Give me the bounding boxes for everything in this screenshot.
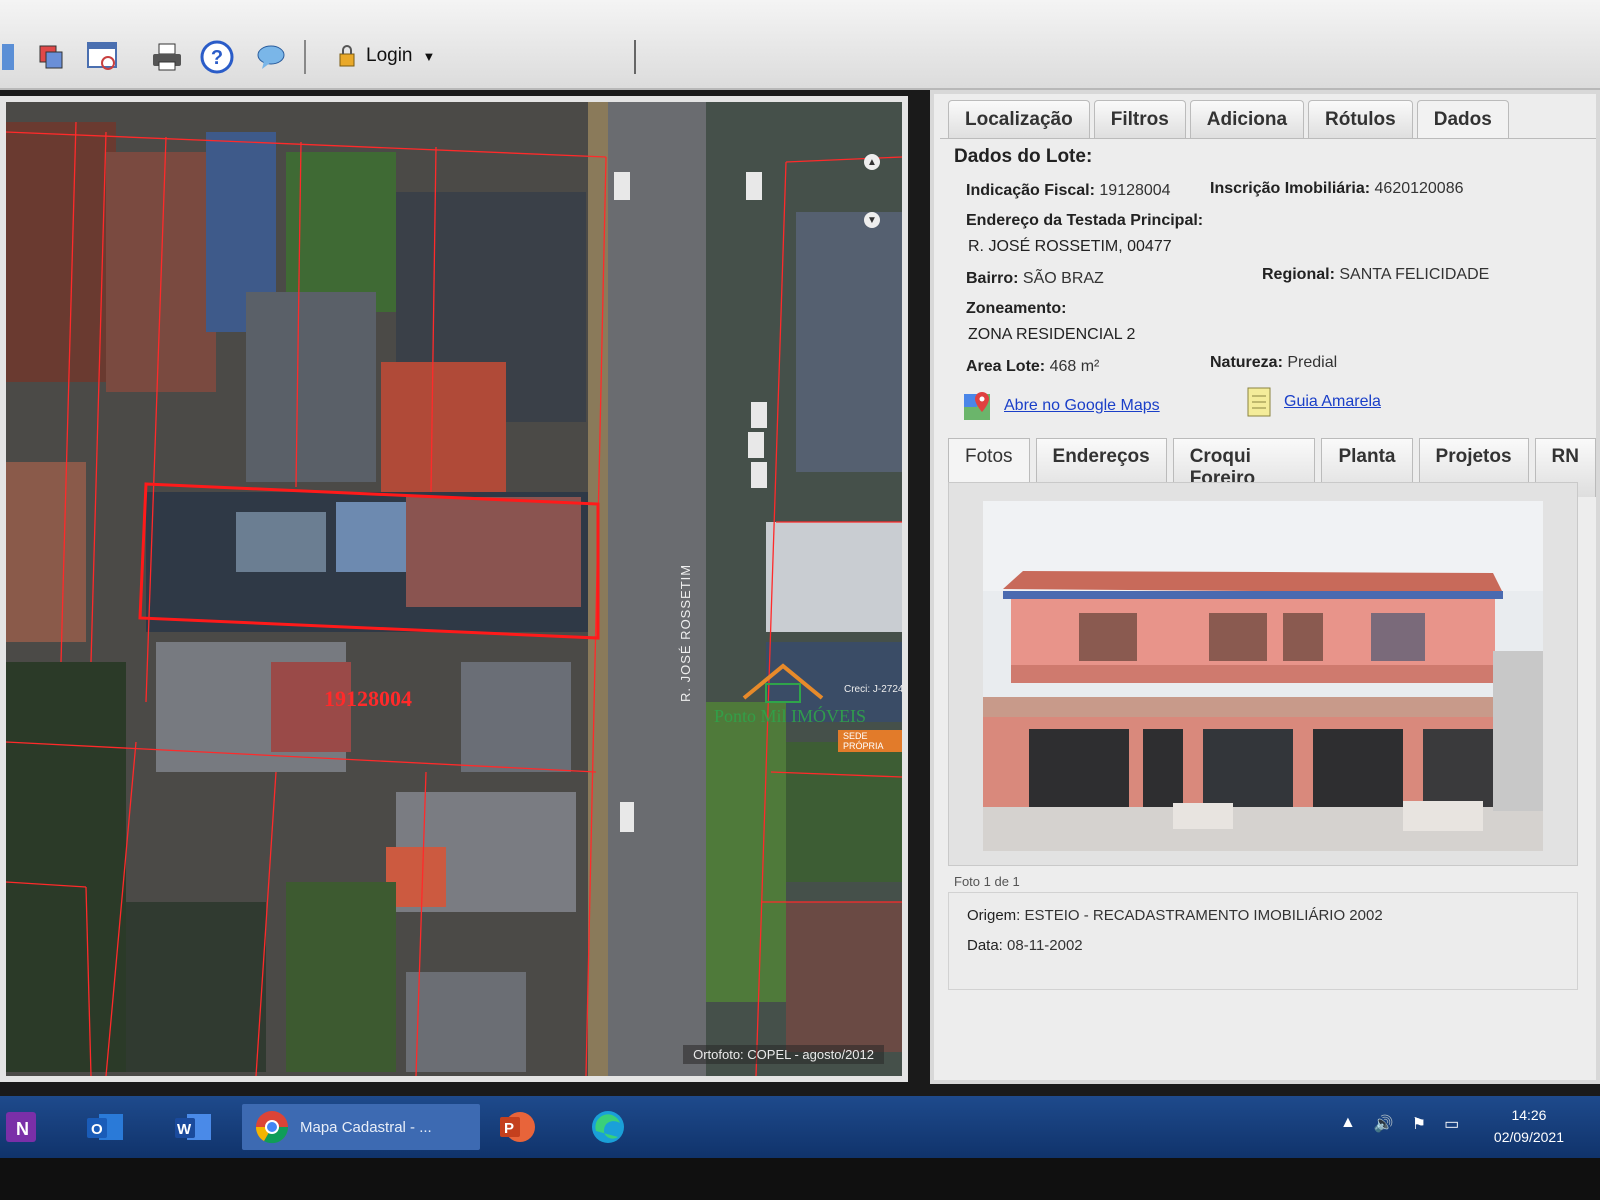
- document-icon: [1247, 387, 1271, 417]
- svg-text:?: ?: [211, 47, 223, 69]
- print-icon[interactable]: [150, 40, 184, 74]
- photo-caption: Foto 1 de 1: [954, 874, 1020, 889]
- endereco-value: R. JOSÉ ROSSETIM, 00477: [968, 238, 1172, 255]
- origem-label: Origem:: [967, 907, 1021, 924]
- parcel-label: 19128004: [324, 686, 412, 711]
- indicacao-value: 19128004: [1099, 182, 1171, 199]
- section-title: Dados do Lote:: [954, 146, 1093, 167]
- chrome-window-title: Mapa Cadastral - ...: [300, 1118, 432, 1136]
- area-label: Area Lote:: [966, 358, 1046, 375]
- info-panel: Localização Filtros Adiciona Rótulos Dad…: [930, 90, 1600, 1084]
- layers-icon[interactable]: [34, 40, 68, 74]
- guia-amarela-link[interactable]: Guia Amarela: [1284, 393, 1381, 411]
- onenote-icon[interactable]: N: [0, 1104, 44, 1150]
- bairro-value: SÃO BRAZ: [1022, 270, 1104, 287]
- photo-viewer: [948, 482, 1578, 866]
- area-value: 468 m²: [1049, 358, 1100, 375]
- zoneamento-label: Zoneamento:: [966, 300, 1066, 318]
- inscricao-label: Inscrição Imobiliária:: [1210, 180, 1371, 197]
- clock-time: 14:26: [1511, 1107, 1547, 1123]
- bairro: Bairro: SÃO BRAZ: [966, 270, 1104, 288]
- panel-tabs: Localização Filtros Adiciona Rótulos Dad…: [948, 100, 1509, 139]
- chrome-icon: [255, 1111, 289, 1144]
- zoom-in-icon[interactable]: ▲: [864, 154, 880, 170]
- toolbar-separator: [304, 40, 306, 74]
- street-label: R. JOSÉ ROSSETIM: [678, 563, 693, 702]
- google-maps-icon: [964, 392, 990, 420]
- inscricao-value: 4620120086: [1374, 180, 1464, 197]
- word-icon[interactable]: W: [168, 1104, 218, 1150]
- regional-label: Regional:: [1262, 266, 1335, 283]
- tab-adiciona[interactable]: Adiciona: [1189, 100, 1305, 139]
- chrome-taskbar-button[interactable]: Mapa Cadastral - ...: [242, 1104, 480, 1150]
- powerpoint-icon[interactable]: P: [492, 1104, 544, 1150]
- origem: Origem: ESTEIO - RECADASTRAMENTO IMOBILI…: [967, 907, 1383, 924]
- svg-text:O: O: [91, 1121, 103, 1138]
- inscricao-imobiliaria: Inscrição Imobiliária: 4620120086: [1210, 180, 1464, 198]
- lock-icon: [339, 45, 355, 67]
- property-photo[interactable]: [983, 501, 1543, 851]
- data: Data: 08-11-2002: [967, 937, 1083, 954]
- google-maps-link-row[interactable]: Abre no Google Maps: [962, 390, 1160, 422]
- endereco-label-text: Endereço da Testada Principal:: [966, 212, 1204, 229]
- system-tray: ▲ 🔊 ⚑ ▭: [1340, 1114, 1459, 1134]
- tab-localizacao[interactable]: Localização: [948, 100, 1090, 139]
- chat-icon[interactable]: [254, 40, 288, 74]
- tab-filtros[interactable]: Filtros: [1093, 100, 1186, 139]
- map-canvas[interactable]: [6, 102, 902, 1076]
- zoom-out-icon[interactable]: ▼: [864, 212, 880, 228]
- origem-value: ESTEIO - RECADASTRAMENTO IMOBILIÁRIO 200…: [1024, 907, 1383, 924]
- edge-icon[interactable]: [582, 1104, 634, 1150]
- zoneamento-label-text: Zoneamento:: [966, 300, 1067, 317]
- outlook-icon[interactable]: O: [80, 1104, 130, 1150]
- photo-metadata: Origem: ESTEIO - RECADASTRAMENTO IMOBILI…: [948, 892, 1578, 990]
- clock[interactable]: 14:26 02/09/2021: [1494, 1104, 1564, 1148]
- map-credit: Ortofoto: COPEL - agosto/2012: [683, 1045, 884, 1064]
- regional-value: SANTA FELICIDADE: [1339, 266, 1490, 283]
- login-menu[interactable]: Login ▼: [338, 44, 435, 68]
- svg-text:W: W: [177, 1121, 192, 1138]
- chevron-down-icon: ▼: [422, 48, 436, 64]
- area-lote: Area Lote: 468 m²: [966, 358, 1099, 376]
- google-maps-link[interactable]: Abre no Google Maps: [1004, 397, 1160, 415]
- indicacao-fiscal: Indicação Fiscal: 19128004: [966, 182, 1171, 200]
- help-icon[interactable]: ?: [200, 40, 234, 74]
- natureza-value: Predial: [1287, 354, 1338, 371]
- tabs-divider: [940, 138, 1596, 139]
- data-label: Data:: [967, 937, 1003, 954]
- aerial-map[interactable]: ▲ ▼ 19128004 R. JOSÉ ROSSETIM Creci: J-2…: [0, 96, 908, 1082]
- window-search-icon[interactable]: [86, 40, 120, 74]
- indicacao-label: Indicação Fiscal:: [966, 182, 1095, 199]
- network-icon[interactable]: ▭: [1444, 1114, 1459, 1134]
- tab-dados[interactable]: Dados: [1416, 100, 1509, 139]
- data-value: 08-11-2002: [1007, 937, 1083, 954]
- login-label: Login: [366, 45, 413, 66]
- tab-rotulos[interactable]: Rótulos: [1308, 100, 1413, 139]
- monitor-bezel: [0, 1158, 1600, 1200]
- guia-amarela-link-row[interactable]: Guia Amarela: [1246, 386, 1381, 418]
- clock-date: 02/09/2021: [1493, 1129, 1564, 1145]
- natureza: Natureza: Predial: [1210, 354, 1337, 372]
- toolbar-separator: [634, 40, 636, 74]
- sidebar-edge-icon[interactable]: [0, 40, 26, 74]
- svg-text:P: P: [504, 1120, 514, 1137]
- top-toolbar: ? Login ▼: [0, 0, 1600, 90]
- volume-icon[interactable]: 🔊: [1374, 1114, 1394, 1134]
- svg-text:N: N: [16, 1119, 29, 1139]
- bairro-label: Bairro:: [966, 270, 1019, 287]
- flag-icon[interactable]: ⚑: [1412, 1114, 1426, 1134]
- regional: Regional: SANTA FELICIDADE: [1262, 266, 1489, 284]
- zoneamento-value: ZONA RESIDENCIAL 2: [968, 326, 1136, 343]
- natureza-label: Natureza:: [1210, 354, 1283, 371]
- endereco-label: Endereço da Testada Principal:: [966, 212, 1203, 230]
- tray-up-arrow-icon[interactable]: ▲: [1340, 1114, 1356, 1134]
